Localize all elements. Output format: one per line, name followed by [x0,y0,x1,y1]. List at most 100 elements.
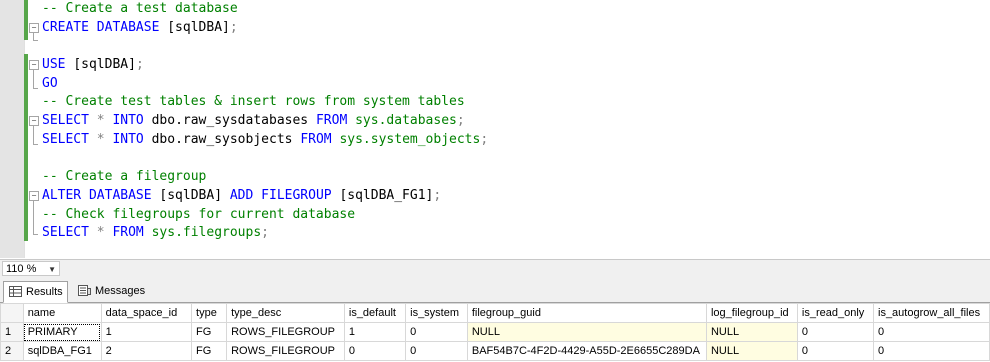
tab-results[interactable]: Results [3,281,68,303]
code-token: -- Create test tables & insert rows from… [42,94,465,110]
code-token: USE [42,57,74,73]
collapse-icon[interactable]: − [29,60,39,70]
code-line[interactable]: ALTER DATABASE [sqlDBA] ADD FILEGROUP [s… [42,187,488,206]
table-cell[interactable]: 0 [873,322,990,342]
table-cell[interactable]: NULL [705,322,798,342]
code-token: GO [42,75,58,91]
fold-guide [33,201,34,234]
column-header[interactable]: filegroup_guid [466,303,707,323]
table-cell[interactable]: FG [191,341,228,361]
table-cell[interactable]: sqlDBA_FG1 [22,341,102,361]
code-token: [sqlDBA] [159,187,230,203]
code-token: ; [480,131,489,147]
results-tab-strip: Results Messages [0,278,990,303]
column-header[interactable]: name [22,303,102,323]
code-token: [sqlDBA] [73,57,136,73]
table-cell[interactable]: 1 [100,322,193,342]
code-token: -- Check filegroups for current database [42,206,356,222]
table-row[interactable]: 1 PRIMARY 1 FG ROWS_FILEGROUP 1 0 NULL NULL 0 0 [0,322,990,342]
header-row: name data_space_id type type_desc is_default… [0,303,990,323]
grid-icon [9,286,22,297]
code-token: -- Create a filegroup [42,169,207,185]
table-cell[interactable]: 0 [405,322,468,342]
column-header[interactable]: is_system [405,303,468,323]
code-line[interactable]: USE [sqlDBA]; [42,56,488,75]
code-token: -- Create a test database [42,1,238,16]
fold-guide [33,70,34,88]
table-cell[interactable]: 1 [343,322,407,342]
table-cell[interactable]: 0 [343,341,407,361]
horizontal-scrollbar[interactable] [66,263,986,275]
fold-guide [33,234,38,235]
code-line[interactable] [42,150,488,169]
collapse-icon[interactable]: − [29,191,39,201]
code-line[interactable]: -- Create a test database [42,0,488,19]
code-token: INTO [112,131,152,147]
row-number[interactable]: 2 [0,341,24,361]
table-cell[interactable]: BAF54B7C-4F2D-4429-A55D-2E6655C289DA [466,341,707,361]
code-token: ; [229,19,238,35]
collapse-icon[interactable]: − [29,116,39,126]
results-grid[interactable]: name data_space_id type type_desc is_default… [0,303,990,362]
table-cell[interactable]: 0 [873,341,990,361]
code-token: FROM [300,131,340,147]
fold-guide [33,40,38,41]
table-cell[interactable]: NULL [466,322,707,342]
code-token: ; [261,225,269,241]
table-cell[interactable]: ROWS_FILEGROUP [226,322,345,342]
tab-messages[interactable]: Messages [73,281,149,301]
column-header[interactable]: data_space_id [100,303,193,323]
tab-results-label: Results [26,286,63,298]
code-token: SELECT [42,131,97,147]
sql-code[interactable]: -- Create a test database CREATE DATABASE… [42,0,488,243]
code-line[interactable]: -- Check filegroups for current database [42,206,488,225]
table-cell[interactable]: PRIMARY [22,322,102,342]
table-cell[interactable]: ROWS_FILEGROUP [226,341,345,361]
table-cell[interactable]: 0 [405,341,468,361]
code-token: ; [433,187,442,203]
column-header[interactable]: is_default [343,303,407,323]
table-cell[interactable]: 2 [100,341,193,361]
code-line[interactable]: SELECT * FROM sys.filegroups; [42,224,488,243]
table-row[interactable]: 2 sqlDBA_FG1 2 FG ROWS_FILEGROUP 0 0 BAF54B7C-4… [0,341,990,361]
editor-status-bar: 110 % ▼ [0,259,990,278]
results-table: name data_space_id type type_desc is_default… [0,303,990,361]
column-header[interactable]: type [191,303,228,323]
table-cell[interactable]: NULL [705,341,798,361]
change-marker [24,0,28,40]
collapse-icon[interactable]: − [29,23,39,33]
code-token: ; [456,113,465,129]
line-gutter [0,0,24,258]
row-number[interactable]: 1 [0,322,24,342]
fold-guide [33,88,38,89]
zoom-value: 110 % [6,263,37,275]
code-token: sys.filegroups [151,225,262,241]
table-cell[interactable]: 0 [796,341,875,361]
fold-guide [33,144,38,145]
code-token: * [96,225,113,241]
table-cell[interactable]: FG [191,322,228,342]
table-cell[interactable]: 0 [796,322,875,342]
column-header[interactable]: log_filegroup_id [705,303,798,323]
code-token: FROM [315,113,356,129]
code-token: INTO [112,113,152,129]
grid-corner[interactable] [0,303,24,323]
code-token: ADD FILEGROUP [229,187,340,203]
column-header[interactable]: is_read_only [796,303,875,323]
code-token: sys.databases [355,113,457,129]
code-line[interactable]: SELECT * INTO dbo.raw_sysdatabases FROM … [42,112,488,131]
code-token: [sqlDBA] [167,19,230,35]
column-header[interactable]: type_desc [226,303,345,323]
code-line[interactable]: -- Create test tables & insert rows from… [42,93,488,112]
code-line[interactable]: CREATE DATABASE [sqlDBA]; [42,19,488,38]
code-line[interactable]: SELECT * INTO dbo.raw_sysobjects FROM sy… [42,131,488,150]
code-token: dbo.raw_sysobjects [151,131,301,147]
code-line[interactable]: -- Create a filegroup [42,168,488,187]
code-line[interactable] [42,37,488,56]
column-header[interactable]: is_autogrow_all_files [873,303,990,323]
code-token: FROM [112,225,152,241]
code-line[interactable]: GO [42,75,488,94]
zoom-dropdown[interactable]: 110 % ▼ [2,261,60,276]
code-token: [sqlDBA_FG1] [339,187,434,203]
query-editor[interactable]: − − − − -- Create a test database CREATE … [0,0,990,258]
